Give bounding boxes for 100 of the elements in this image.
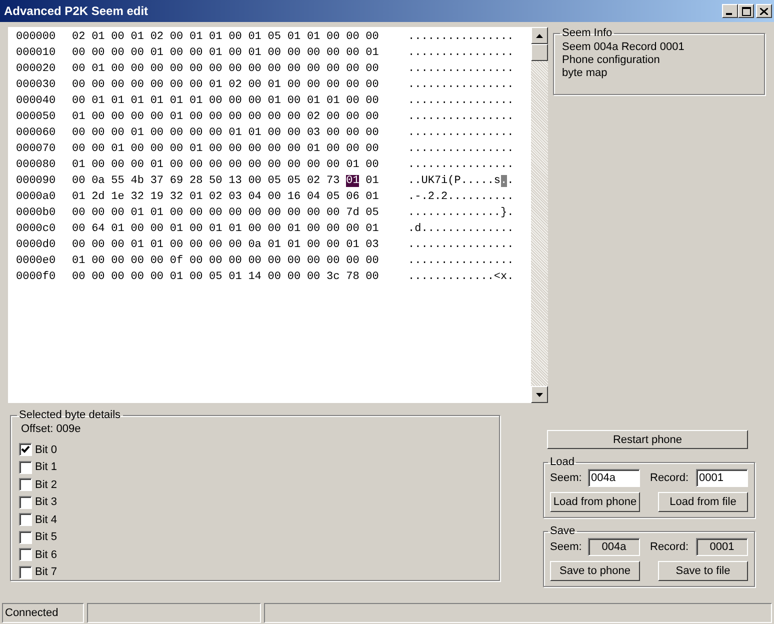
byte-cell[interactable]: 01 <box>248 47 262 59</box>
byte-cell[interactable]: 00 <box>326 239 340 251</box>
byte-cell[interactable]: 00 <box>248 159 262 171</box>
byte-cell[interactable]: 00 <box>346 63 360 75</box>
byte-cell[interactable]: 16 <box>287 191 301 203</box>
byte-cell[interactable]: 01 <box>366 191 380 203</box>
byte-cell[interactable]: 00 <box>248 223 262 235</box>
byte-cell[interactable]: 00 <box>248 143 262 155</box>
checkbox[interactable] <box>19 460 32 474</box>
byte-cell[interactable]: 00 <box>228 239 242 251</box>
byte-cell[interactable]: 00 <box>287 111 301 123</box>
byte-cell[interactable]: 00 <box>306 47 320 59</box>
byte-cell[interactable]: 3c <box>326 271 340 283</box>
byte-cell[interactable]: 00 <box>268 47 282 59</box>
byte-cell[interactable]: 00 <box>326 47 340 59</box>
checkbox[interactable] <box>19 530 32 544</box>
byte-cell[interactable]: 4b <box>130 175 144 187</box>
record-field[interactable]: 0001 <box>696 469 748 487</box>
byte-cell[interactable]: 00 <box>150 223 164 235</box>
byte-cell[interactable]: 00 <box>92 255 105 267</box>
byte-cell[interactable]: 00 <box>189 159 203 171</box>
byte-cell[interactable]: 00 <box>72 239 86 251</box>
byte-cell[interactable]: 00 <box>150 111 164 123</box>
byte-cell[interactable]: 05 <box>366 207 380 219</box>
byte-cell[interactable]: 00 <box>92 127 105 139</box>
byte-cell[interactable]: 05 <box>287 175 301 187</box>
byte-cell[interactable]: 00 <box>111 111 125 123</box>
byte-cell[interactable]: 00 <box>72 95 86 107</box>
byte-cell[interactable]: 00 <box>72 223 86 235</box>
byte-cell[interactable]: 01 <box>326 95 340 107</box>
checkbox[interactable] <box>19 496 32 509</box>
byte-cell[interactable]: 00 <box>111 159 125 171</box>
byte-cell[interactable]: 00 <box>268 207 282 219</box>
byte-cell[interactable]: 01 <box>228 223 242 235</box>
byte-cell[interactable]: 00 <box>72 127 86 139</box>
byte-cell[interactable]: 0f <box>170 255 184 267</box>
byte-cell[interactable]: 2d <box>92 191 105 203</box>
action-button[interactable]: Save to file <box>658 561 748 581</box>
byte-cell[interactable]: 04 <box>306 191 320 203</box>
byte-cell[interactable]: 00 <box>72 143 86 155</box>
byte-cell[interactable]: 00 <box>366 79 380 91</box>
byte-cell[interactable]: 0a <box>92 175 105 187</box>
byte-cell[interactable]: 00 <box>268 191 282 203</box>
byte-cell[interactable]: 01 <box>111 143 125 155</box>
byte-cell[interactable]: 00 <box>170 207 184 219</box>
byte-cell[interactable]: 01 <box>189 191 203 203</box>
byte-cell[interactable]: 00 <box>130 79 144 91</box>
byte-cell[interactable]: 01 <box>209 47 222 59</box>
scrollbar[interactable] <box>531 27 548 403</box>
byte-cell[interactable]: 00 <box>111 207 125 219</box>
byte-cell[interactable]: 01 <box>150 239 164 251</box>
byte-cell[interactable]: 00 <box>111 63 125 75</box>
byte-cell[interactable]: 00 <box>306 63 320 75</box>
action-button[interactable]: Load from file <box>658 492 748 512</box>
hex-view[interactable] <box>8 27 531 403</box>
byte-cell[interactable]: 01 <box>268 239 282 251</box>
byte-cell[interactable]: 0a <box>248 239 262 251</box>
byte-cell[interactable]: 01 <box>130 239 144 251</box>
byte-cell[interactable]: 01 <box>92 63 105 75</box>
byte-cell[interactable]: 00 <box>170 31 184 43</box>
byte-cell[interactable]: 00 <box>189 255 203 267</box>
byte-cell[interactable]: 00 <box>268 223 282 235</box>
byte-cell[interactable]: 01 <box>111 95 125 107</box>
byte-cell[interactable]: 00 <box>326 159 340 171</box>
restart-button[interactable]: Restart phone <box>547 430 748 449</box>
byte-cell[interactable]: 00 <box>72 175 86 187</box>
byte-cell[interactable]: 00 <box>366 271 380 283</box>
byte-cell[interactable]: 02 <box>150 31 164 43</box>
byte-cell[interactable]: 00 <box>111 239 125 251</box>
byte-cell[interactable]: 00 <box>287 47 301 59</box>
byte-cell[interactable]: 00 <box>287 271 301 283</box>
byte-cell[interactable]: 00 <box>268 255 282 267</box>
byte-cell[interactable]: 01 <box>346 159 360 171</box>
byte-cell[interactable]: 00 <box>228 31 242 43</box>
byte-cell[interactable]: 00 <box>170 79 184 91</box>
byte-cell[interactable]: 00 <box>111 79 125 91</box>
byte-cell[interactable]: 00 <box>287 127 301 139</box>
byte-cell[interactable]: 02 <box>306 175 320 187</box>
byte-cell[interactable]: 00 <box>366 143 380 155</box>
action-button[interactable]: Save to phone <box>550 561 640 581</box>
checkbox[interactable] <box>19 548 32 562</box>
byte-cell[interactable]: 00 <box>72 207 86 219</box>
byte-cell[interactable]: 00 <box>92 47 105 59</box>
byte-cell[interactable]: 00 <box>326 127 340 139</box>
byte-cell[interactable]: 05 <box>268 31 282 43</box>
scroll-up-button[interactable] <box>531 27 548 44</box>
byte-cell[interactable]: 00 <box>287 79 301 91</box>
scroll-thumb[interactable] <box>531 44 548 61</box>
byte-cell[interactable]: 00 <box>306 271 320 283</box>
byte-cell[interactable]: 00 <box>228 111 242 123</box>
byte-cell[interactable]: 00 <box>130 271 144 283</box>
byte-cell[interactable]: 00 <box>248 111 262 123</box>
byte-cell[interactable]: 01 <box>72 191 86 203</box>
byte-cell[interactable]: 01 <box>72 255 86 267</box>
byte-cell[interactable]: 01 <box>366 47 380 59</box>
byte-cell[interactable]: 32 <box>170 191 184 203</box>
byte-cell[interactable]: 00 <box>268 159 282 171</box>
byte-cell[interactable]: 01 <box>150 207 164 219</box>
byte-cell[interactable]: 00 <box>326 31 340 43</box>
byte-cell[interactable]: 14 <box>248 271 262 283</box>
